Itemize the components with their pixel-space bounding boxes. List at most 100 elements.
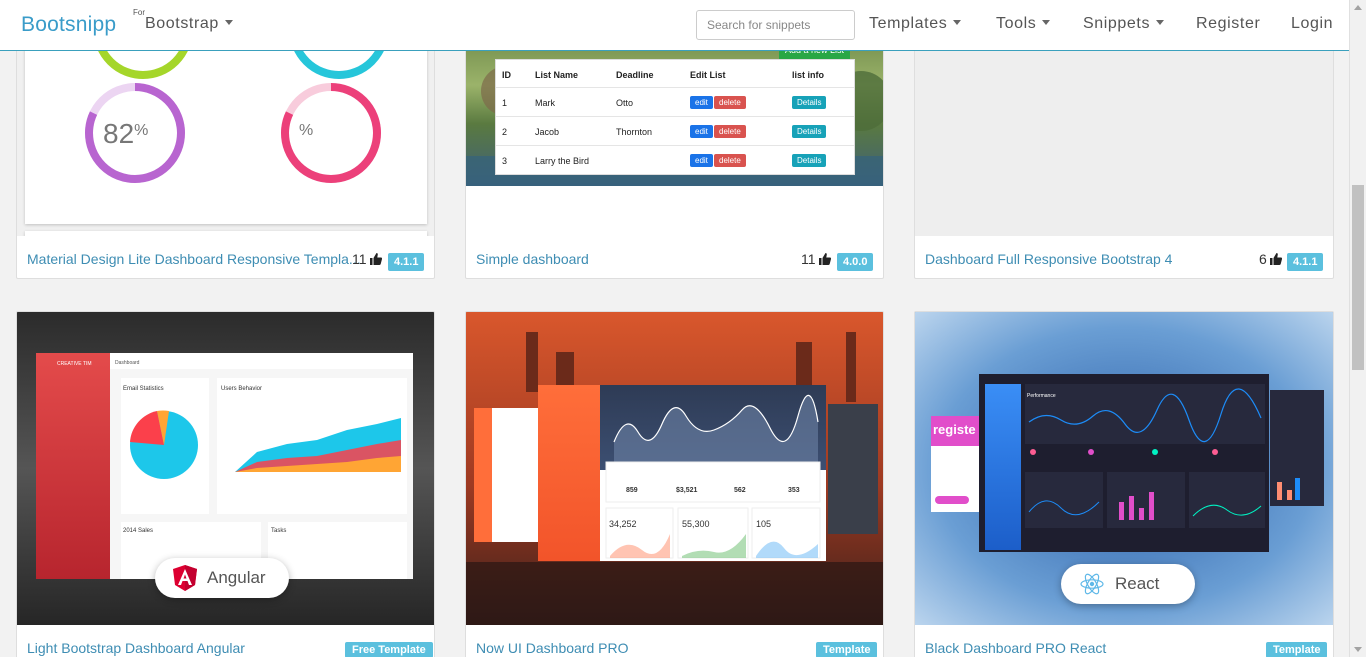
like-count[interactable]: 11: [352, 251, 382, 267]
card-title-link[interactable]: Dashboard Full Responsive Bootstrap 4: [925, 251, 1172, 267]
delete-button: delete: [714, 125, 746, 138]
card-thumbnail[interactable]: 82% % 500: [17, 31, 434, 236]
card-thumbnail[interactable]: 859 $3,521 562 353 34,252 55,300 105: [466, 312, 883, 625]
search-input[interactable]: [696, 10, 855, 40]
snippet-card[interactable]: Performance registe React Black Dashboar…: [914, 311, 1334, 657]
tools-dropdown[interactable]: Tools: [996, 15, 1051, 33]
card-footer: Now UI Dashboard PRO Template: [466, 625, 883, 657]
card-footer: Light Bootstrap Dashboard Angular Free T…: [17, 625, 434, 657]
preview-brand-text: CREATIVE TIM: [57, 361, 92, 367]
like-count[interactable]: 6: [1259, 251, 1282, 267]
card-title-link[interactable]: Material Design Lite Dashboard Responsiv…: [27, 251, 361, 267]
preview-table: ID List Name Deadline Edit List list inf…: [495, 59, 855, 175]
framework-dropdown[interactable]: Bootstrap: [145, 15, 233, 33]
row-deadline: Otto: [616, 98, 634, 108]
edit-button: edit: [690, 125, 713, 138]
table-header-cell: list info: [792, 70, 824, 80]
row-id: 3: [502, 156, 508, 166]
login-link[interactable]: Login: [1291, 15, 1333, 33]
row-name: Larry the Bird: [535, 156, 590, 166]
framework-dropdown-label: Bootstrap: [145, 15, 219, 32]
preview-small-stat: 105: [756, 519, 771, 529]
tools-dropdown-label: Tools: [996, 15, 1037, 32]
like-count[interactable]: 11: [801, 251, 831, 267]
template-badge: Template: [816, 642, 878, 657]
templates-dropdown[interactable]: Templates: [869, 15, 962, 33]
template-badge: Template: [1266, 642, 1328, 657]
framework-pill-label: Angular: [207, 568, 266, 587]
table-header-row: ID List Name Deadline Edit List list inf…: [496, 60, 854, 87]
snippet-card[interactable]: CREATIVE TIM Dashboard Email Statistics …: [16, 311, 435, 657]
now-ui-dashboard-preview: 859 $3,521 562 353 34,252 55,300 105: [466, 312, 883, 625]
template-badge: Free Template: [345, 642, 433, 657]
scroll-up-arrow-icon[interactable]: [1354, 5, 1362, 10]
card-thumbnail[interactable]: CREATIVE TIM Dashboard Email Statistics …: [17, 312, 434, 625]
row-name: Mark: [535, 98, 555, 108]
card-thumbnail[interactable]: Performance registe React: [915, 312, 1333, 625]
thumbs-up-icon: [818, 253, 831, 265]
caret-down-icon: [224, 20, 233, 25]
table-header-cell: Edit List: [690, 70, 726, 80]
preview-panel-title: Tasks: [271, 528, 286, 534]
card-title-link[interactable]: Simple dashboard: [476, 251, 589, 267]
version-badge: 4.1.1: [388, 253, 425, 271]
preview-stat: 353: [788, 487, 800, 494]
card-footer: Material Design Lite Dashboard Responsiv…: [17, 236, 434, 278]
framework-pill: React: [1061, 564, 1195, 604]
table-header-cell: ID: [502, 70, 511, 80]
for-label: For: [133, 8, 145, 17]
card-title-link[interactable]: Light Bootstrap Dashboard Angular: [27, 640, 245, 656]
table-header-cell: Deadline: [616, 70, 654, 80]
row-name: Jacob: [535, 127, 560, 137]
table-header-cell: List Name: [535, 70, 579, 80]
snippet-card[interactable]: 82% % 500 Material Design Lite Dashboard…: [16, 30, 435, 279]
row-deadline: Thornton: [616, 127, 653, 137]
version-badge: 4.0.0: [837, 253, 874, 271]
preview-small-stat: 55,300: [682, 519, 710, 529]
card-footer: Dashboard Full Responsive Bootstrap 4 6 …: [915, 236, 1333, 278]
preview-gauges: 82% %: [85, 31, 389, 183]
react-logo-icon: [1080, 573, 1104, 595]
scroll-down-arrow-icon[interactable]: [1354, 647, 1362, 652]
card-thumbnail[interactable]: Add a new List ID List Name Deadline Edi…: [466, 31, 883, 236]
card-title-link[interactable]: Now UI Dashboard PRO: [476, 640, 629, 656]
framework-pill-label: React: [1115, 574, 1160, 593]
page-scrollbar[interactable]: [1349, 0, 1366, 657]
edit-button: edit: [690, 154, 713, 167]
gauge-value: %: [299, 122, 313, 139]
caret-down-icon: [1156, 20, 1165, 25]
snippet-card[interactable]: 859 $3,521 562 353 34,252 55,300 105 Now…: [465, 311, 884, 657]
snippets-dropdown[interactable]: Snippets: [1083, 15, 1165, 33]
card-thumbnail[interactable]: [915, 31, 1333, 236]
table-row: 3 Larry the Bird edit delete Details: [496, 145, 854, 174]
preview-stat: $3,521: [676, 487, 698, 494]
preview-stat: 859: [626, 487, 638, 494]
snippet-card[interactable]: Add a new List ID List Name Deadline Edi…: [465, 30, 884, 279]
brand-logo[interactable]: Bootsnipp: [21, 13, 116, 37]
preview-gauge-panel: 82% %: [25, 31, 427, 224]
preview-heading: Performance: [1027, 393, 1056, 399]
templates-dropdown-label: Templates: [869, 15, 948, 32]
thumbs-up-icon: [1269, 253, 1282, 265]
angular-logo-icon: [173, 565, 197, 591]
snippets-dropdown-label: Snippets: [1083, 15, 1151, 32]
preview-stat: 562: [734, 487, 746, 494]
preview-small-stat: 34,252: [609, 519, 637, 529]
table-row: 1 Mark Otto edit delete Details: [496, 87, 854, 116]
framework-pill: Angular: [155, 558, 289, 598]
details-button: Details: [792, 96, 827, 109]
row-id: 2: [502, 127, 508, 137]
snippet-card[interactable]: Dashboard Full Responsive Bootstrap 4 6 …: [914, 30, 1334, 279]
scrollbar-thumb[interactable]: [1352, 185, 1364, 370]
table-row: 2 Jacob Thornton edit delete Details: [496, 116, 854, 145]
delete-button: delete: [714, 154, 746, 167]
preview-panel-title: Email Statistics: [123, 386, 164, 392]
delete-button: delete: [714, 96, 746, 109]
card-title-link[interactable]: Black Dashboard PRO React: [925, 640, 1106, 656]
preview-panel-title: 2014 Sales: [123, 528, 153, 534]
edit-button: edit: [690, 96, 713, 109]
register-link[interactable]: Register: [1196, 15, 1260, 33]
details-button: Details: [792, 154, 827, 167]
top-navbar: Bootsnipp For Bootstrap Templates Tools …: [0, 0, 1349, 51]
like-count-value: 6: [1259, 251, 1267, 267]
